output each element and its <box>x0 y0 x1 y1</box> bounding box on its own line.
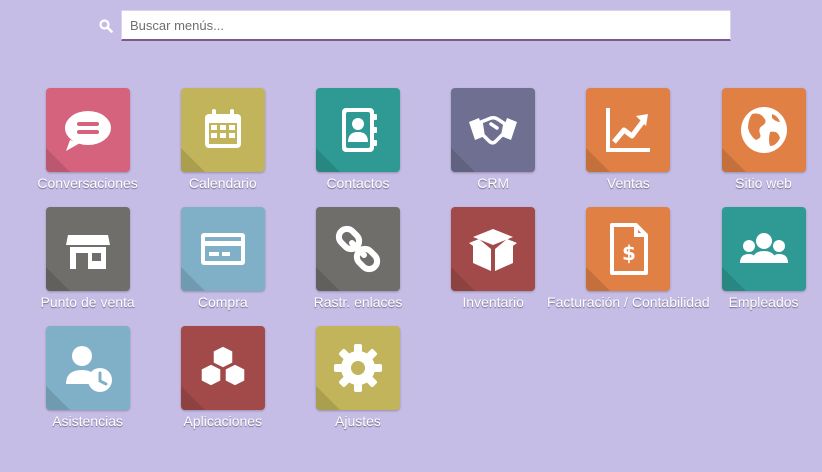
credit-card-icon <box>200 233 245 265</box>
app-tile <box>586 88 671 172</box>
app-tile <box>180 88 265 172</box>
chart-line-icon <box>606 108 651 152</box>
app-aplicaciones[interactable]: Aplicaciones <box>155 326 290 429</box>
app-label: Asistencias <box>52 413 123 429</box>
app-tile <box>45 88 130 172</box>
app-grid: Conversaciones Calendario Contactos CRM … <box>20 88 820 429</box>
app-contactos[interactable]: Contactos <box>290 88 425 191</box>
address-book-icon <box>341 108 377 152</box>
app-tile <box>451 88 536 172</box>
app-label: Punto de venta <box>40 294 135 310</box>
users-icon <box>739 233 788 263</box>
app-label: CRM <box>477 175 510 191</box>
app-label: Contactos <box>326 175 390 191</box>
app-asistencias[interactable]: Asistencias <box>20 326 155 429</box>
app-empleados[interactable]: Empleados <box>696 207 822 310</box>
app-tile <box>45 326 130 410</box>
app-tile <box>315 207 400 291</box>
app-tile <box>721 88 806 172</box>
user-clock-icon <box>65 346 112 392</box>
invoice-dollar-icon: $ <box>610 223 649 275</box>
app-label: Empleados <box>728 294 799 310</box>
app-label: Conversaciones <box>37 175 138 191</box>
app-label: Compra <box>197 294 248 310</box>
store-icon <box>65 235 110 269</box>
search-bar <box>0 0 822 50</box>
app-label: Calendario <box>188 175 257 191</box>
app-label: Ajustes <box>335 413 381 429</box>
app-crm[interactable]: CRM <box>426 88 561 191</box>
app-facturacion-contabilidad[interactable]: $ Facturación / Contabilidad <box>547 207 710 310</box>
chat-bubble-icon <box>64 111 111 151</box>
link-icon <box>335 225 381 273</box>
app-inventario[interactable]: Inventario <box>426 207 561 310</box>
app-tile <box>315 88 400 172</box>
app-tile <box>721 207 806 291</box>
app-tile <box>180 207 265 291</box>
app-punto-de-venta[interactable]: Punto de venta <box>20 207 155 310</box>
app-tile <box>315 326 400 410</box>
gear-icon <box>333 344 382 392</box>
app-label: Inventario <box>462 294 524 310</box>
app-ventas[interactable]: Ventas <box>561 88 696 191</box>
app-label: Ventas <box>606 175 650 191</box>
cubes-icon <box>200 345 246 387</box>
handshake-icon <box>469 116 518 145</box>
app-calendario[interactable]: Calendario <box>155 88 290 191</box>
app-compra[interactable]: Compra <box>155 207 290 310</box>
box-icon <box>469 229 518 271</box>
app-conversaciones[interactable]: Conversaciones <box>20 88 155 191</box>
app-label: Aplicaciones <box>183 413 263 429</box>
calendar-icon <box>204 109 241 148</box>
app-tile <box>451 207 536 291</box>
search-icon[interactable] <box>99 19 113 33</box>
app-rastr-enlaces[interactable]: Rastr. enlaces <box>290 207 425 310</box>
svg-text:$: $ <box>622 241 636 265</box>
globe-icon <box>740 107 787 153</box>
app-sitio-web[interactable]: Sitio web <box>696 88 822 191</box>
app-tile: $ <box>586 207 671 291</box>
app-label: Sitio web <box>735 175 792 191</box>
app-tile <box>45 207 130 291</box>
app-label: Rastr. enlaces <box>313 294 403 310</box>
app-tile <box>180 326 265 410</box>
app-ajustes[interactable]: Ajustes <box>290 326 425 429</box>
search-input[interactable] <box>121 10 731 41</box>
app-label: Facturación / Contabilidad <box>547 294 710 310</box>
